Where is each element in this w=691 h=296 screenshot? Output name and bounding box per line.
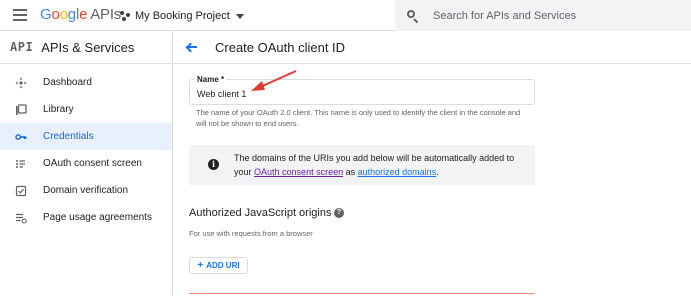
name-helper-text: The name of your OAuth 2.0 client. This … [196,108,521,128]
sidebar-item-domain-verification[interactable]: Domain verification [0,177,172,204]
authorized-domains-link[interactable]: authorized domains [358,167,437,177]
sidebar-header: API APIs & Services [0,31,172,64]
top-bar: Google APIs My Booking Project [0,0,691,31]
name-field-label: Name * [195,75,227,85]
key-icon [15,131,27,143]
sidebar-item-label: OAuth consent screen [43,158,142,169]
callout-text: The domains of the URIs you add below wi… [234,153,515,177]
oauth-consent-screen-link[interactable]: OAuth consent screen [254,167,343,177]
name-input[interactable] [197,89,517,99]
info-icon: i [208,159,219,170]
sidebar-item-label: Page usage agreements [43,212,152,223]
project-selector[interactable]: My Booking Project [120,7,244,25]
add-uri-label: ADD URI [206,261,240,270]
js-origins-subtitle: For use with requests from a browser [189,229,313,238]
main-content: Create OAuth client ID Name * The name o… [174,31,691,296]
consent-icon [15,158,27,170]
page-header: Create OAuth client ID [174,31,691,64]
sidebar-item-oauth-consent[interactable]: OAuth consent screen [0,150,172,177]
project-name: My Booking Project [135,10,230,22]
sidebar-item-label: Domain verification [43,185,129,196]
help-icon[interactable]: ? [334,208,344,218]
section-divider [189,293,535,294]
sidebar-item-library[interactable]: Library [0,96,172,123]
sidebar-nav: Dashboard Library Credentials OAuth cons… [0,69,172,231]
api-logo: API [10,40,34,54]
sidebar-title: APIs & Services [41,39,135,55]
project-icon [120,10,131,22]
sidebar-item-dashboard[interactable]: Dashboard [0,69,172,96]
sidebar: API APIs & Services Dashboard Library Cr… [0,31,173,296]
sidebar-item-label: Dashboard [43,77,92,88]
name-field[interactable]: Name * [189,75,535,105]
menu-icon[interactable] [13,9,27,21]
js-origins-title: Authorized JavaScript origins [189,207,332,219]
sidebar-item-credentials[interactable]: Credentials [0,123,172,150]
sidebar-item-label: Credentials [43,131,94,142]
library-icon [15,103,27,116]
plus-icon: + [197,259,204,271]
google-apis-logo[interactable]: Google APIs [40,6,121,23]
sidebar-item-page-usage-agreements[interactable]: Page usage agreements [0,204,172,231]
add-uri-button[interactable]: + ADD URI [189,257,248,274]
info-callout: i The domains of the URIs you add below … [189,145,535,185]
search-input[interactable] [433,9,663,22]
page-title: Create OAuth client ID [215,39,346,55]
search-bar[interactable] [395,0,691,31]
chevron-down-icon [235,13,244,19]
domain-verification-icon [15,185,27,197]
settings-list-icon [15,212,27,224]
search-icon [407,9,419,23]
sidebar-item-label: Library [43,104,74,115]
back-arrow-icon[interactable] [184,41,198,53]
dashboard-icon [15,77,27,89]
